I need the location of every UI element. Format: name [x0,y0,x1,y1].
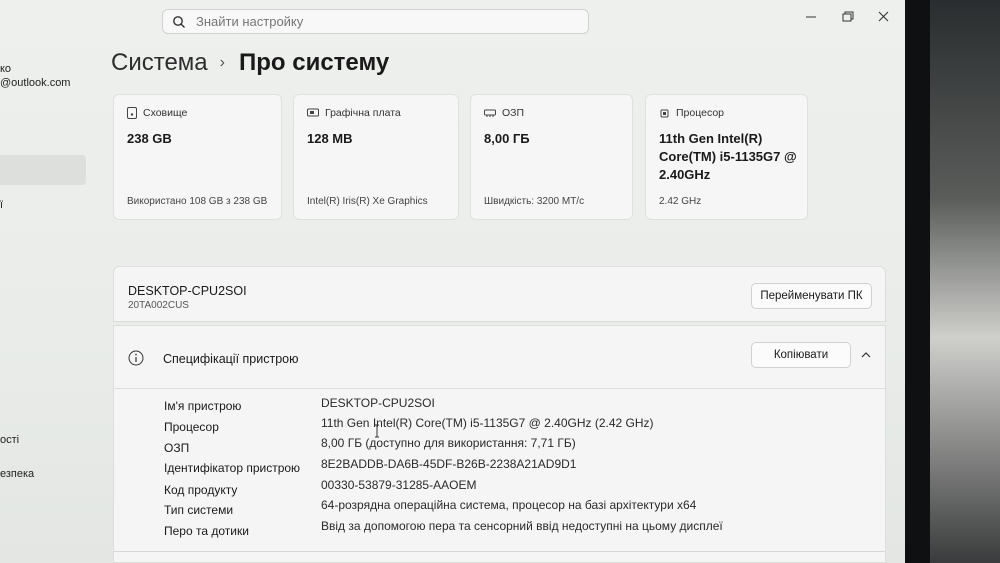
spec-value-product-id: 00330-53879-31285-AAOEM [321,478,477,492]
gpu-label: Графічна плата [325,107,401,119]
spec-value-ram: 8,00 ГБ (доступно для використання: 7,71… [321,436,576,450]
screen-bezel [905,0,930,563]
storage-icon [127,107,137,119]
background-room [930,0,1000,563]
minimize-icon[interactable] [801,8,821,26]
cpu-value-line-2: Core(TM) i5-1135G7 @ [659,149,797,164]
cpu-value-line-1: 11th Gen Intel(R) [659,131,763,146]
ram-icon [484,109,496,117]
sidebar-item-1[interactable]: ї [0,199,3,211]
device-name: DESKTOP-CPU2SOI [128,284,247,298]
spec-value-processor: 11th Gen Intel(R) Core(TM) i5-1135G7 @ 2… [321,416,654,430]
sidebar-item-2[interactable]: ості [0,434,19,446]
breadcrumb-separator: › [219,54,225,71]
chevron-up-icon[interactable] [860,350,872,360]
spec-label-pen-touch: Перо та дотики [164,524,249,538]
cpu-value-line-3: 2.40GHz [659,167,711,182]
sidebar-item-3[interactable]: езпека [0,468,34,480]
storage-value: 238 GB [127,131,172,146]
storage-label: Сховище [143,107,188,119]
search-icon [173,15,185,28]
user-name: ко [0,63,12,75]
device-name-panel: DESKTOP-CPU2SOI 20TA002CUS Перейменувати… [113,266,886,322]
ram-label: ОЗП [502,107,525,119]
cpu-card[interactable]: Процесор 11th Gen Intel(R) Core(TM) i5-1… [645,94,808,220]
spec-label-device-name: Ім'я пристрою [164,399,242,413]
breadcrumb: Система › Про систему [111,49,389,77]
device-specs-panel: Специфікації пристрою Копіювати Ім'я при… [113,325,886,563]
storage-card[interactable]: Сховище 238 GB Використано 108 GB з 238 … [113,94,282,220]
spec-label-product-id: Код продукту [164,483,238,497]
ram-card[interactable]: ОЗП 8,00 ГБ Швидкість: 3200 MT/с [470,94,633,220]
search-input[interactable] [194,13,558,30]
spec-label-processor: Процесор [164,420,219,434]
gpu-icon [307,108,319,117]
spec-label-ram: ОЗП [164,441,190,455]
cpu-label: Процесор [676,107,725,119]
close-icon[interactable] [874,8,894,26]
rename-pc-button[interactable]: Перейменувати ПК [751,283,872,309]
sidebar-item-selected[interactable] [0,155,86,185]
gpu-value: 128 MB [307,131,353,146]
text-cursor-icon [375,424,379,438]
cpu-icon [660,109,669,117]
spec-value-system-type: 64-розрядна операційна система, процесор… [321,498,697,512]
restore-icon[interactable] [837,8,857,26]
page-title: Про систему [238,49,390,76]
device-model: 20TA002CUS [128,300,189,311]
breadcrumb-parent[interactable]: Система [111,49,208,77]
specs-title: Специфікації пристрою [163,352,299,366]
storage-detail: Використано 108 GB з 238 GB [127,196,268,207]
spec-value-pen-touch: Ввід за допомогою пера та сенсорний ввід… [321,519,723,533]
specs-header[interactable]: Специфікації пристрою Копіювати [114,326,885,389]
spec-value-device-id: 8E2BADDB-DA6B-45DF-B26B-2238A21AD9D1 [321,457,577,471]
ram-detail: Швидкість: 3200 MT/с [484,196,585,207]
copy-button[interactable]: Копіювати [751,342,851,368]
spec-value-device-name: DESKTOP-CPU2SOI [321,396,435,410]
cpu-detail: 2.42 GHz [659,196,702,207]
settings-window: ко @outlook.com ї ості езпека Система › … [0,0,905,563]
gpu-card[interactable]: Графічна плата 128 MB Intel(R) Iris(R) X… [293,94,459,220]
spec-label-system-type: Тип системи [164,503,234,517]
spec-label-device-id: Ідентифікатор пристрою [164,461,301,475]
search-box[interactable] [162,9,589,34]
user-email: @outlook.com [0,77,71,89]
specs-divider [114,551,885,552]
gpu-detail: Intel(R) Iris(R) Xe Graphics [307,196,428,207]
info-icon [128,350,144,366]
ram-value: 8,00 ГБ [484,131,530,146]
